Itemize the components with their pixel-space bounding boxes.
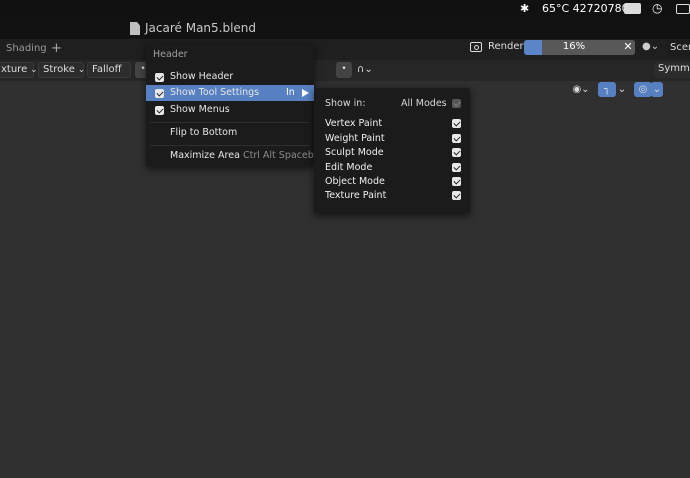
menu-item-label: Show Tool Settings bbox=[170, 87, 260, 98]
menu-item-label: Show Menus bbox=[170, 104, 230, 115]
object-mode-checkbox[interactable] bbox=[452, 177, 461, 186]
document-icon bbox=[130, 22, 140, 35]
visibility-eye-icon[interactable]: ◉⌄ bbox=[571, 82, 591, 97]
mode-label: Object Mode bbox=[325, 176, 385, 187]
show-header-checkbox[interactable] bbox=[155, 73, 164, 82]
bluetooth-icon[interactable]: ✱ bbox=[520, 2, 529, 15]
texture-paint-checkbox[interactable] bbox=[452, 191, 461, 200]
render-icon bbox=[470, 42, 482, 52]
mode-label: Vertex Paint bbox=[325, 118, 383, 129]
stroke-dropdown[interactable]: Stroke bbox=[38, 62, 84, 78]
scene-icon[interactable]: ●⌄ bbox=[642, 41, 662, 55]
pressure-dot-icon[interactable]: • bbox=[336, 62, 352, 78]
mode-row-object-mode[interactable]: Object Mode bbox=[314, 175, 470, 189]
menu-item-flip-to-bottom[interactable]: Flip to Bottom bbox=[146, 125, 314, 141]
falloff-dropdown-label: Falloff bbox=[92, 64, 122, 75]
notification-icon[interactable] bbox=[624, 3, 641, 14]
menu-item-label: Show Header bbox=[170, 71, 234, 82]
mode-row-edit-mode[interactable]: Edit Mode bbox=[314, 161, 470, 175]
menu-item-show-header[interactable]: Show Header bbox=[146, 69, 314, 85]
submenu-hint: In bbox=[286, 87, 295, 98]
cancel-render-button[interactable]: ✕ bbox=[621, 40, 635, 55]
all-modes-checkbox[interactable] bbox=[452, 99, 461, 108]
system-menubar: ✱ 65°C 42720780rı ◷ bbox=[0, 0, 690, 19]
mode-label: Weight Paint bbox=[325, 133, 385, 144]
sculpt-mode-checkbox[interactable] bbox=[452, 148, 461, 157]
mode-row-sculpt-mode[interactable]: Sculpt Mode bbox=[314, 146, 470, 160]
gizmo-chevron-icon[interactable]: ⌄ bbox=[616, 82, 628, 97]
mode-label: Edit Mode bbox=[325, 162, 373, 173]
overlay-chevron-icon[interactable]: ⌄ bbox=[651, 82, 663, 97]
window-titlebar: Jacaré Man5.blend bbox=[0, 19, 690, 39]
render-label: Render bbox=[488, 41, 524, 52]
battery-icon[interactable] bbox=[676, 4, 690, 14]
menu-item-label: Flip to Bottom bbox=[170, 127, 238, 138]
edit-mode-checkbox[interactable] bbox=[452, 163, 461, 172]
add-workspace-button[interactable]: + bbox=[49, 42, 64, 57]
render-progress-bar: 16% ✕ bbox=[524, 40, 635, 55]
texture-dropdown[interactable]: xture bbox=[0, 62, 34, 78]
menu-item-label: Maximize Area bbox=[170, 150, 240, 161]
scene-selector[interactable]: Scen bbox=[666, 40, 690, 56]
mode-row-texture-paint[interactable]: Texture Paint bbox=[314, 189, 470, 203]
show-in-label: Show in: bbox=[325, 98, 366, 109]
texture-dropdown-label: xture bbox=[1, 64, 28, 75]
render-progress-text: 16% bbox=[562, 41, 586, 52]
show-tool-settings-checkbox[interactable] bbox=[155, 89, 164, 98]
system-status-text[interactable]: 65°C 42720780rı bbox=[542, 2, 636, 15]
menu-title: Header bbox=[153, 49, 188, 60]
menu-divider bbox=[150, 145, 310, 146]
mode-row-weight-paint[interactable]: Weight Paint bbox=[314, 132, 470, 146]
falloff-dropdown[interactable]: Falloff bbox=[87, 62, 131, 78]
mode-label: Sculpt Mode bbox=[325, 147, 384, 158]
menu-divider bbox=[150, 122, 310, 123]
curve-icon[interactable]: ∩⌄ bbox=[352, 62, 376, 78]
show-in-submenu: Show in: All Modes Vertex Paint Weight P… bbox=[314, 88, 470, 214]
overlay-icon[interactable]: ◎ bbox=[634, 82, 652, 97]
menu-item-maximize-area[interactable]: Maximize Area Ctrl Alt Spacebar bbox=[146, 148, 324, 164]
window-title: Jacaré Man5.blend bbox=[145, 21, 257, 35]
all-modes-label: All Modes bbox=[401, 98, 447, 109]
submenu-arrow-icon bbox=[302, 89, 309, 97]
header-menu: Header Show Header Show Tool Settings In… bbox=[146, 44, 324, 167]
stroke-dropdown-label: Stroke bbox=[43, 64, 75, 75]
vertex-paint-checkbox[interactable] bbox=[452, 119, 461, 128]
shortcut-text: Ctrl Alt Spacebar bbox=[243, 150, 324, 161]
menu-item-show-tool-settings[interactable]: Show Tool Settings In bbox=[146, 85, 314, 101]
mode-label: Texture Paint bbox=[325, 190, 387, 201]
symmetry-dropdown[interactable]: Symmet bbox=[654, 62, 690, 78]
show-menus-checkbox[interactable] bbox=[155, 106, 164, 115]
clock-icon[interactable]: ◷ bbox=[652, 1, 662, 15]
mode-row-vertex-paint[interactable]: Vertex Paint bbox=[314, 117, 470, 131]
menu-item-show-menus[interactable]: Show Menus bbox=[146, 102, 314, 118]
tab-shading[interactable]: Shading bbox=[0, 39, 53, 60]
gizmo-icon[interactable]: ┐ bbox=[598, 82, 616, 97]
weight-paint-checkbox[interactable] bbox=[452, 134, 461, 143]
